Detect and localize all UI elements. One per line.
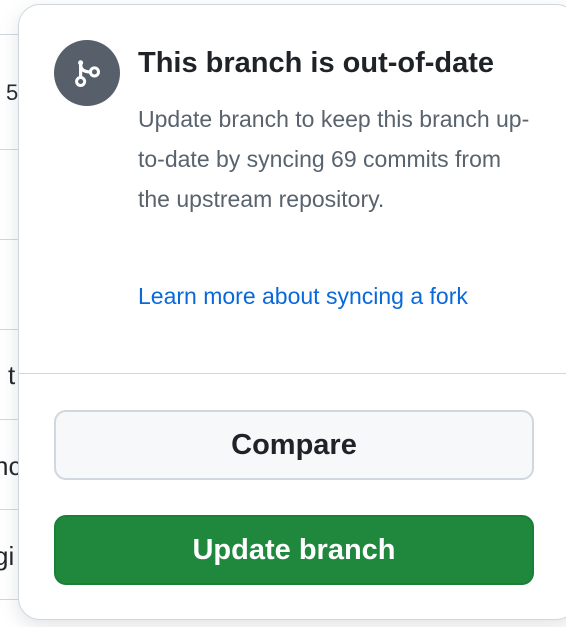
learn-more-link[interactable]: Learn more about syncing a fork: [138, 283, 468, 310]
background-row-fragment: t: [8, 360, 16, 390]
background-row-fragment: gi: [0, 541, 15, 571]
sync-fork-popover: This branch is out-of-date Update branch…: [18, 4, 566, 620]
popover-description: Update branch to keep this branch up-to-…: [138, 106, 530, 212]
page: 5 t nc gi This branch is out-of-date Upd…: [0, 0, 566, 627]
compare-button[interactable]: Compare: [54, 410, 534, 480]
update-branch-button[interactable]: Update branch: [54, 515, 534, 585]
divider: [19, 373, 566, 374]
popover-title: This branch is out-of-date: [138, 47, 495, 79]
background-row-fragment: 5: [6, 80, 19, 105]
icon-badge: [54, 40, 120, 106]
git-branch-icon: [75, 60, 100, 88]
